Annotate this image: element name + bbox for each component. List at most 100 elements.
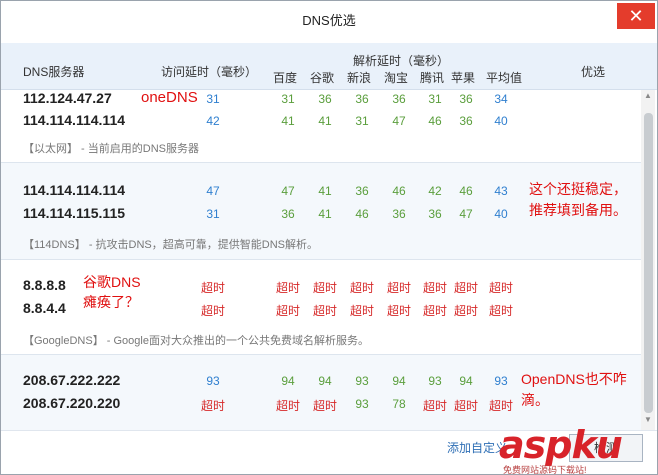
latency-tencent: 36: [428, 207, 442, 221]
annotation-opendns-line1: OpenDNS也不咋: [521, 371, 627, 387]
access-latency: 47: [206, 184, 220, 198]
dns-ip: 208.67.222.222: [23, 372, 121, 388]
latency-google: 超时: [312, 399, 337, 413]
dns-ip: 112.124.47.27: [23, 90, 112, 106]
latency-sina: 31: [355, 114, 369, 128]
dns-ip: 114.114.114.114: [23, 112, 126, 128]
latency-google: 36: [318, 92, 332, 106]
dns-ip: 208.67.220.220: [23, 395, 121, 411]
dns-group-opendns[interactable]: 208.67.222.222 93 94 94 93 94 93 94 93 2…: [1, 355, 641, 430]
access-latency: 31: [206, 207, 220, 221]
header-site-google: 谷歌: [310, 71, 335, 85]
latency-average: 超时: [488, 281, 513, 295]
header-dns-server: DNS服务器: [23, 65, 85, 79]
latency-sina: 超时: [349, 281, 374, 295]
dns-list[interactable]: 112.124.47.27 oneDNS 31 31 36 36 36 31 3…: [1, 90, 641, 430]
latency-sina: 46: [355, 207, 369, 221]
latency-google: 41: [318, 207, 332, 221]
latency-tencent: 超时: [422, 281, 447, 295]
latency-average: 43: [494, 184, 508, 198]
latency-baidu: 超时: [275, 304, 300, 318]
latency-sina: 93: [355, 397, 369, 411]
annotation-google-line1: 谷歌DNS: [83, 274, 141, 290]
header-site-baidu: 百度: [273, 71, 298, 85]
latency-average: 超时: [488, 399, 513, 413]
latency-apple: 94: [459, 374, 473, 388]
watermark: aspku 免费网站源码下载站!: [499, 423, 657, 475]
access-latency: 超时: [200, 399, 225, 413]
latency-apple: 超时: [453, 281, 478, 295]
dns-group-googledns[interactable]: 8.8.8.8 超时 超时 超时 超时 超时 超时 超时 超时 8.8.4.4 …: [1, 260, 641, 354]
latency-google: 41: [318, 184, 332, 198]
access-latency: 31: [206, 92, 220, 106]
latency-average: 40: [494, 207, 508, 221]
latency-tencent: 42: [428, 184, 442, 198]
dns-optimize-window: DNS优选 ✕ DNS服务器 访问延时（毫秒） 解析延时（毫秒） 百度 谷歌 新…: [0, 0, 658, 475]
latency-baidu: 41: [281, 114, 295, 128]
latency-tencent: 46: [428, 114, 442, 128]
close-icon: ✕: [628, 6, 644, 26]
latency-tencent: 超时: [422, 304, 447, 318]
latency-taobao: 36: [392, 207, 406, 221]
header-site-apple: 苹果: [451, 71, 476, 85]
latency-taobao: 36: [392, 92, 406, 106]
dns-ip: 8.8.4.4: [23, 300, 66, 316]
scrollbar-thumb[interactable]: [644, 113, 653, 413]
dns-ip: 8.8.8.8: [23, 277, 66, 293]
title-bar: DNS优选 ✕: [1, 1, 657, 35]
latency-google: 超时: [312, 304, 337, 318]
latency-taobao: 超时: [386, 281, 411, 295]
latency-average: 93: [494, 374, 508, 388]
latency-sina: 超时: [349, 304, 374, 318]
annotation-opendns-line2: 滴。: [521, 392, 549, 408]
latency-baidu: 超时: [275, 281, 300, 295]
latency-apple: 36: [459, 114, 473, 128]
watermark-tagline: 免费网站源码下载站!: [503, 465, 587, 475]
latency-average: 40: [494, 114, 508, 128]
dns-description: 【以太网】 - 当前启用的DNS服务器: [23, 143, 199, 155]
annotation-google-line2: 瘫痪了？: [83, 294, 139, 310]
latency-taobao: 47: [392, 114, 406, 128]
latency-apple: 47: [459, 207, 473, 221]
latency-tencent: 超时: [422, 399, 447, 413]
latency-google: 超时: [312, 281, 337, 295]
header-site-tencent: 腾讯: [420, 71, 445, 85]
annotation-114dns-line1: 这个还挺稳定，: [529, 181, 627, 197]
latency-tencent: 93: [428, 374, 442, 388]
header-site-sina: 新浪: [347, 71, 372, 85]
latency-apple: 36: [459, 92, 473, 106]
dns-group-114dns[interactable]: 114.114.114.114 47 47 41 36 46 42 46 43 …: [1, 163, 641, 259]
latency-taobao: 78: [392, 397, 406, 411]
access-latency: 超时: [200, 281, 225, 295]
watermark-logo: aspku: [499, 423, 623, 467]
latency-taobao: 46: [392, 184, 406, 198]
header-optimize: 优选: [581, 65, 606, 79]
scroll-up-icon[interactable]: ▲: [642, 91, 654, 105]
dns-description: 【114DNS】 - 抗攻击DNS，超高可靠，提供智能DNS解析。: [23, 239, 318, 251]
latency-baidu: 36: [281, 207, 295, 221]
latency-google: 41: [318, 114, 332, 128]
access-latency: 93: [206, 374, 220, 388]
header-site-taobao: 淘宝: [384, 71, 409, 85]
latency-sina: 36: [355, 92, 369, 106]
annotation-114dns-line2: 推荐填到备用。: [529, 202, 627, 218]
latency-apple: 超时: [453, 304, 478, 318]
header-access-latency: 访问延时（毫秒）: [161, 65, 258, 79]
header-site-average: 平均值: [486, 71, 523, 85]
dns-group-ethernet[interactable]: 112.124.47.27 oneDNS 31 31 36 36 36 31 3…: [1, 90, 641, 162]
annotation-onedns: oneDNS: [141, 90, 198, 106]
latency-average: 34: [494, 92, 508, 106]
close-button[interactable]: ✕: [617, 3, 655, 29]
latency-tencent: 31: [428, 92, 442, 106]
dns-ip: 114.114.115.115: [23, 205, 126, 221]
add-custom-dns-link[interactable]: 添加自定义: [447, 439, 507, 456]
access-latency: 超时: [200, 304, 225, 318]
dns-description: 【GoogleDNS】 - Google面对大众推出的一个公共免费域名解析服务。: [23, 335, 369, 347]
latency-google: 94: [318, 374, 332, 388]
latency-taobao: 94: [392, 374, 406, 388]
latency-apple: 超时: [453, 399, 478, 413]
latency-average: 超时: [488, 304, 513, 318]
latency-taobao: 超时: [386, 304, 411, 318]
access-latency: 42: [206, 114, 220, 128]
latency-baidu: 47: [281, 184, 295, 198]
